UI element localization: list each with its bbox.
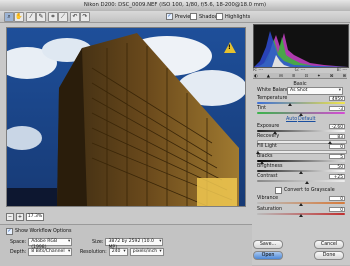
color-sampler-icon[interactable]: ✎ bbox=[36, 12, 46, 22]
workflow-label: Show Workflow Options bbox=[15, 229, 72, 234]
checkmark-icon: ✓ bbox=[166, 13, 173, 20]
tint-input[interactable]: -3 bbox=[329, 106, 345, 112]
temperature-slider[interactable] bbox=[257, 102, 345, 104]
brightness-label: Brightness bbox=[257, 164, 283, 169]
empty-checkbox-icon bbox=[190, 13, 197, 20]
recovery-label: Recovery bbox=[257, 134, 280, 139]
temperature-label: Temperature bbox=[257, 96, 288, 101]
fill-light-label: Fill Light bbox=[257, 144, 277, 149]
show-workflow-toggle[interactable]: ✓ Show Workflow Options bbox=[6, 228, 72, 235]
contrast-input[interactable]: +25 bbox=[329, 174, 345, 180]
contrast-thumb[interactable] bbox=[305, 181, 309, 184]
histogram-graph bbox=[254, 31, 348, 67]
saturation-input[interactable]: 0 bbox=[329, 207, 345, 213]
temperature-input[interactable]: 4950 bbox=[329, 96, 345, 102]
exposure-label: Exposure bbox=[257, 124, 280, 129]
histogram bbox=[253, 24, 349, 68]
tab-lens[interactable]: ✦ bbox=[317, 73, 321, 78]
panel-tabs: ◐ ▲ ⊟ ≡ ⊡ ✦ ⊠ ⊞ bbox=[253, 73, 347, 79]
tab-basic[interactable]: ◐ bbox=[254, 73, 258, 78]
empty-checkbox-icon bbox=[275, 187, 282, 194]
zoom-icon[interactable]: ⌕ bbox=[4, 12, 14, 22]
auto-link[interactable]: Auto bbox=[286, 117, 297, 122]
crop-icon[interactable]: ⌗ bbox=[48, 12, 58, 22]
grayscale-checkbox[interactable]: Convert to Grayscale bbox=[275, 187, 335, 194]
depth-select[interactable]: 8 Bits/Channel bbox=[28, 248, 73, 256]
tab-hsl[interactable]: ≡ bbox=[292, 73, 296, 78]
highlights-label: Highlights bbox=[225, 13, 251, 20]
tab-presets[interactable]: ⊞ bbox=[342, 73, 346, 78]
default-link[interactable]: Default bbox=[298, 117, 316, 122]
resolution-label: Resolution: bbox=[80, 249, 107, 255]
blacks-label: Blacks bbox=[257, 154, 273, 159]
done-button[interactable]: Done bbox=[314, 251, 344, 260]
eyedropper-icon[interactable]: ⁄ bbox=[26, 12, 36, 22]
window-title: Nikon D200: DSC_0009.NEF (ISO 100, 1/80,… bbox=[83, 2, 267, 8]
exposure-input[interactable]: -2.60 bbox=[329, 124, 345, 130]
vibrance-label: Vibrance bbox=[257, 196, 279, 201]
resolution-input[interactable]: 240 bbox=[108, 248, 128, 256]
blacks-input[interactable]: 5 bbox=[329, 154, 345, 160]
contrast-slider[interactable] bbox=[257, 180, 345, 182]
size-label: Size: bbox=[92, 239, 104, 245]
resolution-unit-select[interactable]: pixels/inch bbox=[129, 248, 164, 256]
zoom-controls: − + 17.3% bbox=[6, 213, 44, 221]
save-button[interactable]: Save... bbox=[253, 240, 283, 249]
open-button[interactable]: Open bbox=[253, 251, 283, 260]
empty-checkbox-icon bbox=[216, 13, 223, 20]
straighten-icon[interactable]: ⟋ bbox=[58, 12, 68, 22]
toolbar: ⌕ ✋ ⁄ ✎ ⌗ ⟋ ↶ ↷ ✓ Preview Shadows Highli… bbox=[0, 11, 350, 23]
vibrance-input[interactable]: 0 bbox=[329, 196, 345, 202]
white-balance-select[interactable]: As Shot bbox=[287, 87, 343, 95]
zoom-level-select[interactable]: 17.3% bbox=[26, 213, 44, 221]
highlights-checkbox[interactable]: Highlights bbox=[216, 13, 250, 20]
rgb-readout: R: --- G: --- B: --- bbox=[253, 67, 347, 72]
contrast-label: Contrast bbox=[257, 174, 278, 179]
rotate-cw-icon[interactable]: ↷ bbox=[80, 12, 90, 22]
space-select[interactable]: Adobe RGB (1998) bbox=[28, 238, 73, 250]
checkmark-icon: ✓ bbox=[6, 228, 13, 235]
exposure-slider[interactable] bbox=[257, 130, 345, 132]
zoom-in-button[interactable]: + bbox=[16, 213, 24, 221]
tab-split-toning[interactable]: ⊡ bbox=[304, 73, 308, 78]
photo-preview[interactable] bbox=[6, 27, 246, 207]
rotate-ccw-icon[interactable]: ↶ bbox=[70, 12, 80, 22]
tab-calibration[interactable]: ⊠ bbox=[330, 73, 334, 78]
vibrance-thumb[interactable] bbox=[299, 203, 303, 206]
building-photo bbox=[7, 28, 245, 206]
tab-detail[interactable]: ⊟ bbox=[279, 73, 283, 78]
tint-label: Tint bbox=[257, 106, 267, 111]
cancel-button[interactable]: Cancel bbox=[314, 240, 344, 249]
brightness-input[interactable]: 50 bbox=[329, 164, 345, 170]
zoom-out-button[interactable]: − bbox=[6, 213, 14, 221]
camera-raw-dialog: Nikon D200: DSC_0009.NEF (ISO 100, 1/80,… bbox=[0, 0, 350, 266]
blacks-slider[interactable] bbox=[257, 160, 345, 162]
warning-icon[interactable]: ! bbox=[224, 42, 236, 53]
hand-icon[interactable]: ✋ bbox=[14, 12, 24, 22]
grayscale-label: Convert to Grayscale bbox=[284, 188, 335, 193]
tint-thumb[interactable] bbox=[299, 113, 303, 116]
size-select[interactable]: 3872 by 2592 (10.0 MP) bbox=[105, 238, 164, 250]
saturation-thumb[interactable] bbox=[299, 214, 303, 217]
recovery-input[interactable]: 83 bbox=[329, 134, 345, 140]
workflow-options: ✓ Show Workflow Options Space: Adobe RGB… bbox=[0, 224, 252, 266]
saturation-label: Saturation bbox=[257, 207, 283, 212]
fill-light-input[interactable]: 0 bbox=[329, 144, 345, 150]
space-label: Space: bbox=[10, 239, 27, 245]
depth-label: Depth: bbox=[10, 249, 27, 255]
tab-tone-curve[interactable]: ▲ bbox=[267, 73, 270, 78]
